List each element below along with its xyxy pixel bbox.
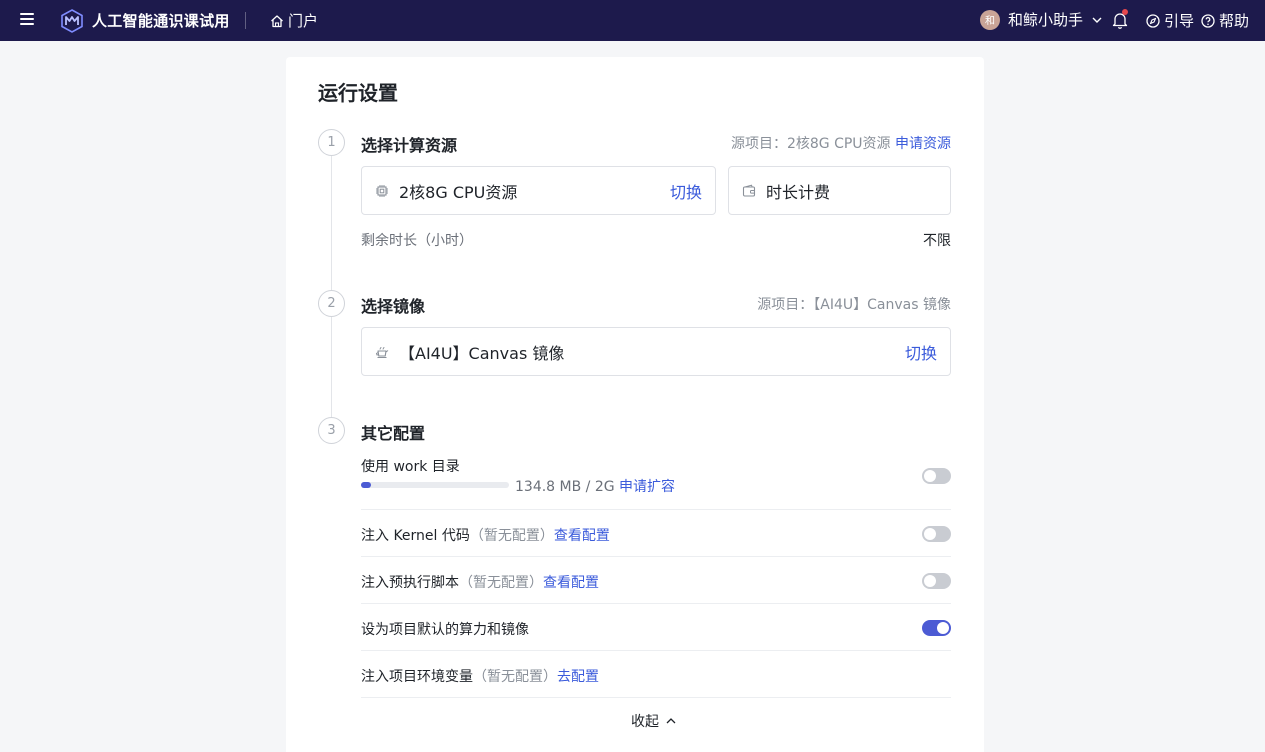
kernel-view-config-link[interactable]: 查看配置 bbox=[554, 528, 610, 544]
notification-badge bbox=[1122, 9, 1128, 15]
home-icon bbox=[271, 14, 283, 27]
menu-icon[interactable] bbox=[20, 13, 34, 27]
page-title: 运行设置 bbox=[318, 81, 398, 105]
image-value: 【AI4U】Canvas 镜像 bbox=[399, 343, 565, 363]
user-name: 和鲸小助手 bbox=[1008, 11, 1084, 29]
wallet-icon bbox=[742, 184, 756, 197]
default-toggle[interactable] bbox=[922, 620, 951, 636]
remaining-time-label: 剩余时长（小时） bbox=[361, 233, 473, 249]
step-title-compute: 选择计算资源 bbox=[361, 136, 458, 155]
kernel-label-wrap: 注入 Kernel 代码（暂无配置）查看配置 bbox=[361, 525, 610, 545]
remaining-time-value: 不限 bbox=[923, 233, 951, 249]
portal-link[interactable]: 门户 bbox=[270, 10, 318, 31]
bell-icon[interactable] bbox=[1112, 9, 1128, 29]
chevron-up-icon bbox=[666, 718, 676, 724]
chip-icon bbox=[376, 184, 388, 197]
kernel-toggle[interactable] bbox=[922, 526, 951, 542]
apply-expand-link[interactable]: 申请扩容 bbox=[619, 479, 675, 495]
help-label: 帮助 bbox=[1219, 12, 1250, 30]
billing-mode[interactable]: 时长计费 bbox=[728, 166, 951, 215]
pre-exec-label-wrap: 注入预执行脚本（暂无配置）查看配置 bbox=[361, 572, 599, 592]
top-nav-bar: 人工智能通识课试用 门户 和 和鲸小助手 引导 帮助 bbox=[0, 0, 1265, 41]
switch-image-button[interactable]: 切换 bbox=[905, 340, 937, 364]
pre-exec-note: （暂无配置） bbox=[459, 575, 543, 591]
storage-progress-bar bbox=[361, 482, 509, 488]
config-row-kernel: 注入 Kernel 代码（暂无配置）查看配置 bbox=[361, 510, 951, 557]
pre-exec-label: 注入预执行脚本 bbox=[361, 575, 459, 591]
default-label: 设为项目默认的算力和镜像 bbox=[361, 622, 529, 638]
env-configure-link[interactable]: 去配置 bbox=[557, 669, 599, 685]
work-dir-toggle[interactable] bbox=[922, 468, 951, 484]
storage-progress-fill bbox=[361, 482, 371, 488]
help-link[interactable]: 帮助 bbox=[1201, 10, 1249, 31]
env-note: （暂无配置） bbox=[473, 669, 557, 685]
storage-usage-text: 134.8 MB / 2G bbox=[515, 479, 615, 495]
switch-compute-button[interactable]: 切换 bbox=[670, 179, 702, 203]
header-divider bbox=[245, 12, 246, 29]
logo-icon[interactable] bbox=[60, 9, 84, 33]
step-connector bbox=[331, 156, 332, 303]
step-number-1: 1 bbox=[318, 129, 345, 156]
kernel-note: （暂无配置） bbox=[469, 528, 554, 544]
avatar: 和 bbox=[980, 9, 1000, 30]
work-dir-label: 使用 work 目录 bbox=[361, 459, 460, 475]
compute-source-project: 源项目：2核8G CPU资源 申请资源 bbox=[731, 133, 951, 153]
apply-resource-link[interactable]: 申请资源 bbox=[895, 136, 951, 152]
guide-label: 引导 bbox=[1164, 12, 1195, 30]
collapse-button[interactable]: 收起 bbox=[631, 711, 677, 731]
compute-resource-select[interactable]: 2核8G CPU资源 切换 bbox=[361, 166, 716, 215]
image-source-project: 源项目：【AI4U】Canvas 镜像 bbox=[757, 297, 951, 313]
config-row-work-dir: 使用 work 目录 134.8 MB / 2G 申请扩容 bbox=[361, 456, 951, 510]
image-select[interactable]: 【AI4U】Canvas 镜像 切换 bbox=[361, 327, 951, 376]
pre-exec-view-config-link[interactable]: 查看配置 bbox=[543, 575, 599, 591]
compute-source-text: 源项目：2核8G CPU资源 bbox=[730, 136, 891, 152]
storage-usage: 134.8 MB / 2G 申请扩容 bbox=[515, 476, 675, 496]
step-number-3: 3 bbox=[318, 417, 345, 444]
env-label: 注入项目环境变量 bbox=[361, 669, 473, 685]
guide-link[interactable]: 引导 bbox=[1146, 10, 1194, 31]
step-title-image: 选择镜像 bbox=[361, 297, 426, 316]
env-label-wrap: 注入项目环境变量（暂无配置）去配置 bbox=[361, 666, 599, 686]
compute-resource-value: 2核8G CPU资源 bbox=[399, 182, 518, 202]
step-connector bbox=[331, 317, 332, 430]
compass-icon bbox=[1146, 13, 1160, 28]
teapot-icon bbox=[375, 346, 389, 358]
user-menu[interactable]: 和 和鲸小助手 bbox=[980, 9, 1103, 30]
portal-label: 门户 bbox=[288, 12, 319, 30]
help-icon bbox=[1201, 13, 1215, 28]
pre-exec-toggle[interactable] bbox=[922, 573, 951, 589]
config-row-default: 设为项目默认的算力和镜像 bbox=[361, 604, 951, 651]
chevron-down-icon bbox=[1092, 17, 1102, 23]
step-title-other: 其它配置 bbox=[361, 424, 426, 443]
app-title[interactable]: 人工智能通识课试用 bbox=[92, 10, 230, 31]
billing-mode-value: 时长计费 bbox=[766, 182, 831, 202]
collapse-label: 收起 bbox=[631, 714, 659, 730]
config-row-pre-exec: 注入预执行脚本（暂无配置）查看配置 bbox=[361, 557, 951, 604]
run-settings-card: 运行设置 1 选择计算资源 源项目：2核8G CPU资源 申请资源 2核8G C… bbox=[286, 57, 984, 752]
kernel-label: 注入 Kernel 代码 bbox=[361, 528, 470, 544]
step-number-2: 2 bbox=[318, 290, 345, 317]
config-row-env: 注入项目环境变量（暂无配置）去配置 bbox=[361, 651, 951, 698]
